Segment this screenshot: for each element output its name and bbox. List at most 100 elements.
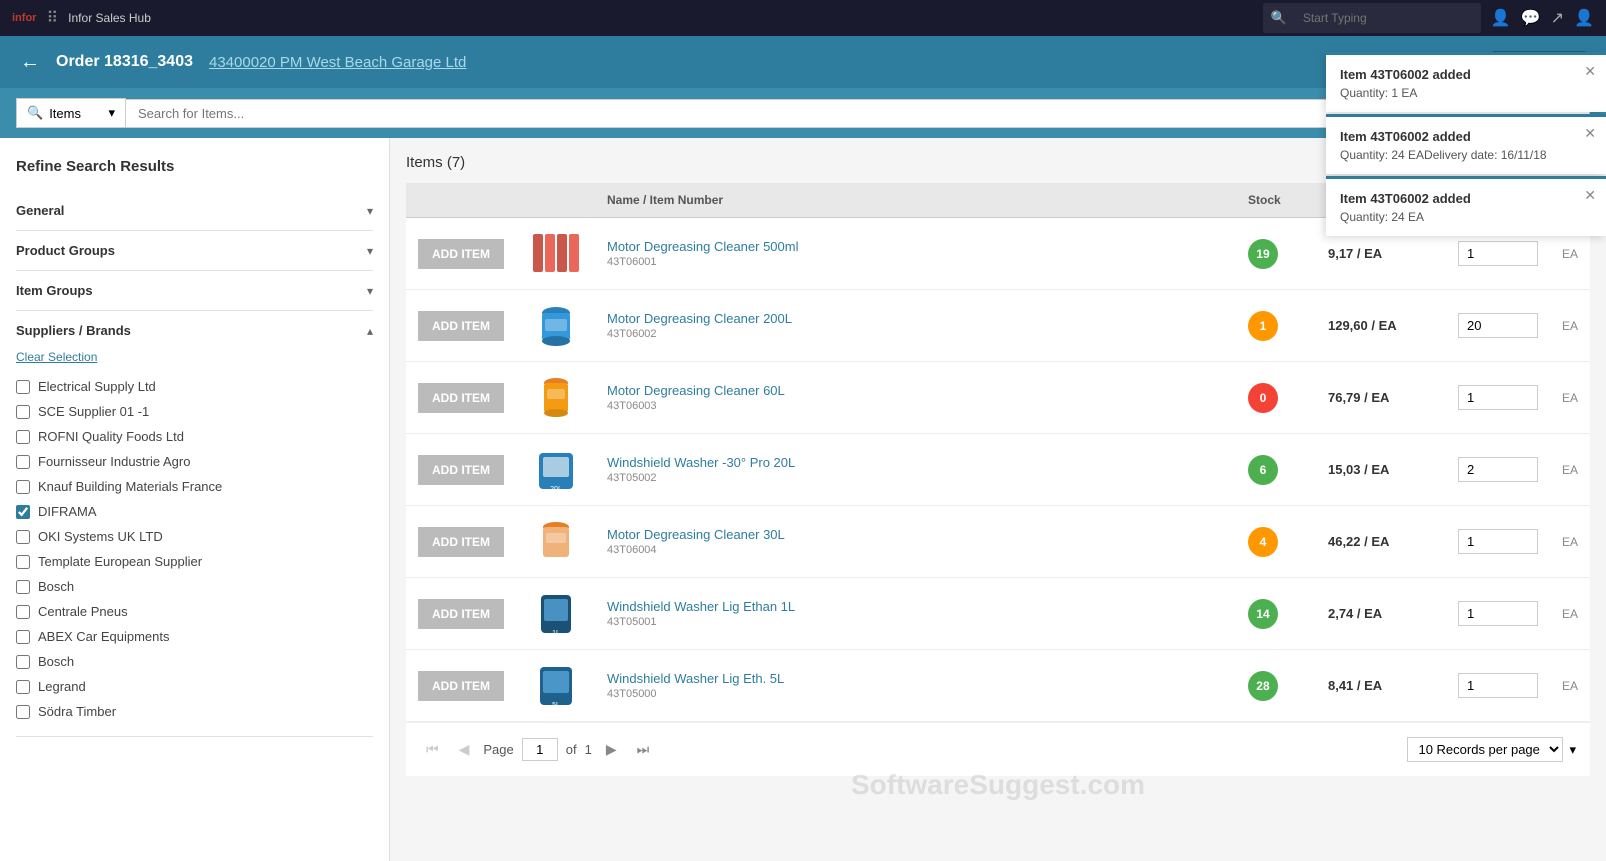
supplier-item-8[interactable]: Bosch (16, 574, 373, 599)
product-number-3: 43T05002 (607, 472, 1224, 484)
add-item-button-4[interactable]: ADD ITEM (418, 527, 504, 557)
product-name-link-5[interactable]: Windshield Washer Lig Ethan 1L (607, 599, 795, 614)
page-label: Page (483, 742, 513, 757)
product-name-link-1[interactable]: Motor Degreasing Cleaner 200L (607, 311, 792, 326)
supplier-checkbox-6[interactable] (16, 530, 30, 544)
toast-1-close-button[interactable]: ✕ (1584, 125, 1596, 142)
price-cell-5: 2,74 / EA (1316, 578, 1446, 650)
product-name-link-3[interactable]: Windshield Washer -30° Pro 20L (607, 455, 795, 470)
supplier-item-5[interactable]: DIFRAMA (16, 499, 373, 524)
supplier-checkbox-0[interactable] (16, 380, 30, 394)
add-item-button-0[interactable]: ADD ITEM (418, 239, 504, 269)
top-search-wrap[interactable]: 🔍 (1263, 3, 1481, 33)
filter-header-item-groups[interactable]: Item Groups ▾ (16, 271, 373, 310)
add-item-cell-5: ADD ITEM (406, 578, 516, 650)
add-item-button-5[interactable]: ADD ITEM (418, 599, 504, 629)
supplier-checkbox-4[interactable] (16, 480, 30, 494)
stock-badge-1: 1 (1248, 311, 1278, 341)
qty-cell-5 (1446, 578, 1550, 650)
toast-0-title: Item 43T06002 added (1340, 67, 1592, 82)
prev-page-button[interactable]: ◀ (453, 737, 476, 762)
share-icon[interactable]: ↗ (1551, 8, 1564, 28)
last-page-button[interactable]: ⏭ (631, 737, 656, 762)
supplier-checkbox-11[interactable] (16, 655, 30, 669)
next-page-button[interactable]: ▶ (600, 737, 623, 762)
toast-0: Item 43T06002 added Quantity: 1 EA ✕ (1326, 52, 1606, 112)
supplier-item-3[interactable]: Fournisseur Industrie Agro (16, 449, 373, 474)
supplier-checkbox-7[interactable] (16, 555, 30, 569)
first-page-button[interactable]: ⏮ (420, 737, 445, 762)
app-grid-icon[interactable]: ⠿ (46, 8, 58, 28)
supplier-checkbox-9[interactable] (16, 605, 30, 619)
product-image-2 (528, 370, 583, 425)
qty-cell-2 (1446, 362, 1550, 434)
filter-header-product-groups[interactable]: Product Groups ▾ (16, 231, 373, 270)
supplier-item-11[interactable]: Bosch (16, 649, 373, 674)
main-layout: Refine Search Results General ▾ Product … (0, 138, 1606, 861)
add-item-button-3[interactable]: ADD ITEM (418, 455, 504, 485)
qty-input-0[interactable] (1458, 241, 1538, 266)
user-icon[interactable]: 👤 (1491, 8, 1511, 28)
supplier-checkbox-12[interactable] (16, 680, 30, 694)
toast-2: Item 43T06002 added Quantity: 24 EA ✕ (1326, 176, 1606, 236)
supplier-checkbox-2[interactable] (16, 430, 30, 444)
supplier-item-1[interactable]: SCE Supplier 01 -1 (16, 399, 373, 424)
supplier-item-12[interactable]: Legrand (16, 674, 373, 699)
page-number-input[interactable] (522, 738, 558, 761)
brand-logo: infor (12, 12, 36, 24)
table-row: ADD ITEM Motor Degreasing Cleaner 200L 4… (406, 290, 1590, 362)
supplier-item-7[interactable]: Template European Supplier (16, 549, 373, 574)
toast-0-close-button[interactable]: ✕ (1584, 63, 1596, 80)
supplier-label-3: Fournisseur Industrie Agro (38, 454, 190, 469)
supplier-checkbox-8[interactable] (16, 580, 30, 594)
image-cell-4 (516, 506, 595, 578)
qty-input-3[interactable] (1458, 457, 1538, 482)
supplier-item-13[interactable]: Södra Timber (16, 699, 373, 724)
col-image (516, 183, 595, 218)
add-item-button-1[interactable]: ADD ITEM (418, 311, 504, 341)
supplier-item-0[interactable]: Electrical Supply Ltd (16, 374, 373, 399)
svg-text:20L: 20L (550, 486, 562, 493)
supplier-item-10[interactable]: ABEX Car Equipments (16, 624, 373, 649)
product-name-link-4[interactable]: Motor Degreasing Cleaner 30L (607, 527, 785, 542)
supplier-checkbox-10[interactable] (16, 630, 30, 644)
customer-link[interactable]: 43400020 PM West Beach Garage Ltd (209, 54, 466, 71)
qty-input-1[interactable] (1458, 313, 1538, 338)
supplier-item-6[interactable]: OKI Systems UK LTD (16, 524, 373, 549)
supplier-item-9[interactable]: Centrale Pneus (16, 599, 373, 624)
qty-input-4[interactable] (1458, 529, 1538, 554)
qty-input-5[interactable] (1458, 601, 1538, 626)
table-row: ADD ITEM 20L Windshield Washer -30° Pro … (406, 434, 1590, 506)
filter-header-general[interactable]: General ▾ (16, 191, 373, 230)
supplier-item-2[interactable]: ROFNI Quality Foods Ltd (16, 424, 373, 449)
toast-2-close-button[interactable]: ✕ (1584, 187, 1596, 204)
product-name-link-6[interactable]: Windshield Washer Lig Eth. 5L (607, 671, 784, 686)
supplier-checkbox-1[interactable] (16, 405, 30, 419)
clear-selection-link[interactable]: Clear Selection (16, 350, 373, 364)
add-item-button-2[interactable]: ADD ITEM (418, 383, 504, 413)
add-item-button-6[interactable]: ADD ITEM (418, 671, 504, 701)
pagination-right: 10 Records per page 25 Records per page … (1407, 737, 1576, 762)
records-per-page-select[interactable]: 10 Records per page 25 Records per page … (1407, 737, 1563, 762)
chat-icon[interactable]: 💬 (1521, 8, 1541, 28)
qty-input-2[interactable] (1458, 385, 1538, 410)
search-type-dropdown[interactable]: 🔍 Items ▾ (16, 98, 126, 128)
supplier-item-4[interactable]: Knauf Building Materials France (16, 474, 373, 499)
product-image-4 (528, 514, 583, 569)
back-button[interactable]: ← (20, 51, 40, 74)
qty-input-6[interactable] (1458, 673, 1538, 698)
supplier-label-7: Template European Supplier (38, 554, 202, 569)
product-name-link-0[interactable]: Motor Degreasing Cleaner 500ml (607, 239, 798, 254)
product-name-link-2[interactable]: Motor Degreasing Cleaner 60L (607, 383, 785, 398)
supplier-label-8: Bosch (38, 579, 74, 594)
profile-icon[interactable]: 👤 (1574, 8, 1594, 28)
supplier-checkbox-13[interactable] (16, 705, 30, 719)
search-type-label: Items (49, 106, 81, 121)
name-cell-6: Windshield Washer Lig Eth. 5L 43T05000 (595, 650, 1236, 722)
name-cell-2: Motor Degreasing Cleaner 60L 43T06003 (595, 362, 1236, 434)
supplier-checkbox-5[interactable] (16, 505, 30, 519)
supplier-checkbox-3[interactable] (16, 455, 30, 469)
top-search-input[interactable] (1293, 7, 1473, 29)
chevron-down-icon: ▾ (367, 204, 373, 218)
filter-header-suppliers[interactable]: Suppliers / Brands ▴ (16, 311, 373, 350)
